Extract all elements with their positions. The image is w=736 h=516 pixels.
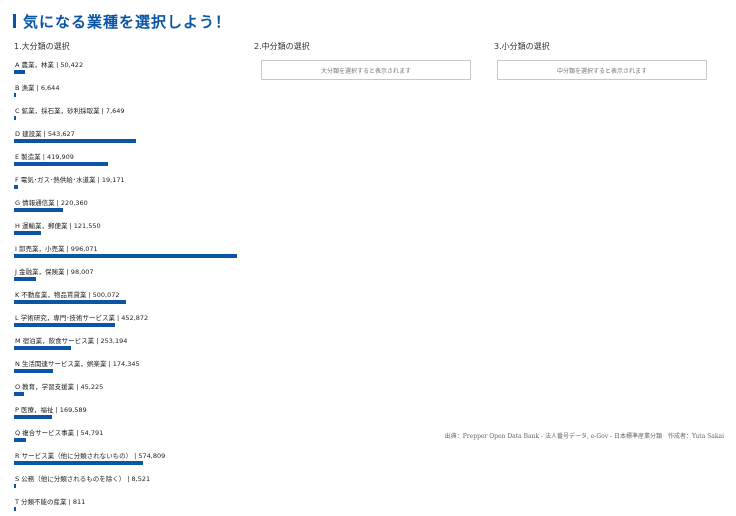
industry-label: C 鉱業，採石業，砂利採取業 | 7,649 [15, 107, 125, 115]
industry-count-bar [14, 116, 16, 120]
industry-item[interactable]: T 分類不能の産業 | 811 [14, 493, 244, 516]
industry-label: F 電気･ガス･熱供給･水道業 | 19,171 [15, 176, 125, 184]
page-title-text: 気になる業種を選択しよう！ [23, 12, 232, 31]
small-category-placeholder: 中分類を選択すると表示されます [556, 67, 647, 75]
source-credit: 出典：Prepper Open Data Bank - 法人番号データ, e-G… [444, 433, 724, 440]
industry-count-bar [14, 461, 143, 465]
industry-item[interactable]: H 運輸業，郵便業 | 121,550 [14, 217, 244, 240]
industry-count-bar [14, 392, 25, 396]
industry-count-bar [14, 70, 26, 74]
industry-count-bar [14, 415, 52, 419]
industry-item[interactable]: O 教育，学習支援業 | 45,225 [14, 378, 244, 401]
industry-label: S 公務（他に分類されるものを除く） | 8,521 [15, 475, 151, 483]
industry-count-bar [14, 507, 16, 511]
industry-count-bar [14, 438, 27, 442]
title-accent-bar [13, 14, 16, 28]
industry-item[interactable]: F 電気･ガス･熱供給･水道業 | 19,171 [14, 171, 244, 194]
small-category-panel: 中分類を選択すると表示されます [497, 60, 707, 80]
industry-count-bar [14, 254, 237, 258]
industry-label: N 生活関連サービス業，娯楽業 | 174,345 [15, 360, 140, 368]
industry-item[interactable]: E 製造業 | 419,909 [14, 148, 244, 171]
industry-label: L 学術研究，専門･技術サービス業 | 452,872 [15, 314, 149, 322]
industry-label: M 宿泊業，飲食サービス業 | 253,194 [15, 337, 128, 345]
industry-count-bar [14, 300, 126, 304]
industry-count-bar [14, 346, 71, 350]
industry-item[interactable]: G 情報通信業 | 220,360 [14, 194, 244, 217]
industry-label: I 卸売業，小売業 | 996,071 [15, 245, 98, 253]
large-category-list: A 農業，林業 | 50,422 B 漁業 | 6,644 C 鉱業，採石業，砂利採… [14, 56, 244, 516]
industry-item[interactable]: M 宿泊業，飲食サービス業 | 253,194 [14, 332, 244, 355]
industry-item[interactable]: N 生活関連サービス業，娯楽業 | 174,345 [14, 355, 244, 378]
industry-label: Q 複合サービス事業 | 54,791 [15, 429, 104, 437]
industry-item[interactable]: C 鉱業，採石業，砂利採取業 | 7,649 [14, 102, 244, 125]
industry-label: R サービス業（他に分類されないもの） | 574,809 [15, 452, 166, 460]
industry-label: B 漁業 | 6,644 [15, 84, 60, 92]
industry-label: T 分類不能の産業 | 811 [15, 498, 86, 506]
small-category-heading: 3.小分類の選択 [494, 42, 550, 51]
industry-item[interactable]: S 公務（他に分類されるものを除く） | 8,521 [14, 470, 244, 493]
medium-category-panel: 大分類を選択すると表示されます [261, 60, 471, 80]
industry-count-bar [14, 162, 108, 166]
industry-label: H 運輸業，郵便業 | 121,550 [15, 222, 101, 230]
industry-label: K 不動産業，物品賃貸業 | 500,072 [15, 291, 120, 299]
industry-count-bar [14, 484, 16, 488]
industry-count-bar [14, 93, 16, 97]
industry-item[interactable]: A 農業，林業 | 50,422 [14, 56, 244, 79]
industry-item[interactable]: B 漁業 | 6,644 [14, 79, 244, 102]
industry-label: O 教育，学習支援業 | 45,225 [15, 383, 104, 391]
industry-label: E 製造業 | 419,909 [15, 153, 74, 161]
industry-label: G 情報通信業 | 220,360 [15, 199, 88, 207]
industry-count-bar [14, 185, 19, 189]
industry-item[interactable]: I 卸売業，小売業 | 996,071 [14, 240, 244, 263]
medium-category-heading: 2.中分類の選択 [254, 42, 310, 51]
industry-item[interactable]: R サービス業（他に分類されないもの） | 574,809 [14, 447, 244, 470]
medium-category-placeholder: 大分類を選択すると表示されます [320, 67, 411, 75]
industry-label: J 金融業，保険業 | 98,007 [15, 268, 94, 276]
industry-count-bar [14, 139, 136, 143]
industry-count-bar [14, 369, 54, 373]
industry-item[interactable]: K 不動産業，物品賃貸業 | 500,072 [14, 286, 244, 309]
industry-item[interactable]: D 建設業 | 543,627 [14, 125, 244, 148]
industry-label: P 医療，福祉 | 169,589 [15, 406, 87, 414]
industry-item[interactable]: L 学術研究，専門･技術サービス業 | 452,872 [14, 309, 244, 332]
industry-item[interactable]: P 医療，福祉 | 169,589 [14, 401, 244, 424]
page-title: 気になる業種を選択しよう！ [13, 10, 231, 32]
large-category-heading: 1.大分類の選択 [14, 42, 70, 51]
industry-label: A 農業，林業 | 50,422 [15, 61, 84, 69]
industry-count-bar [14, 323, 116, 327]
industry-count-bar [14, 277, 36, 281]
industry-label: D 建設業 | 543,627 [15, 130, 75, 138]
industry-count-bar [14, 231, 42, 235]
industry-item[interactable]: Q 複合サービス事業 | 54,791 [14, 424, 244, 447]
industry-count-bar [14, 208, 64, 212]
industry-item[interactable]: J 金融業，保険業 | 98,007 [14, 263, 244, 286]
